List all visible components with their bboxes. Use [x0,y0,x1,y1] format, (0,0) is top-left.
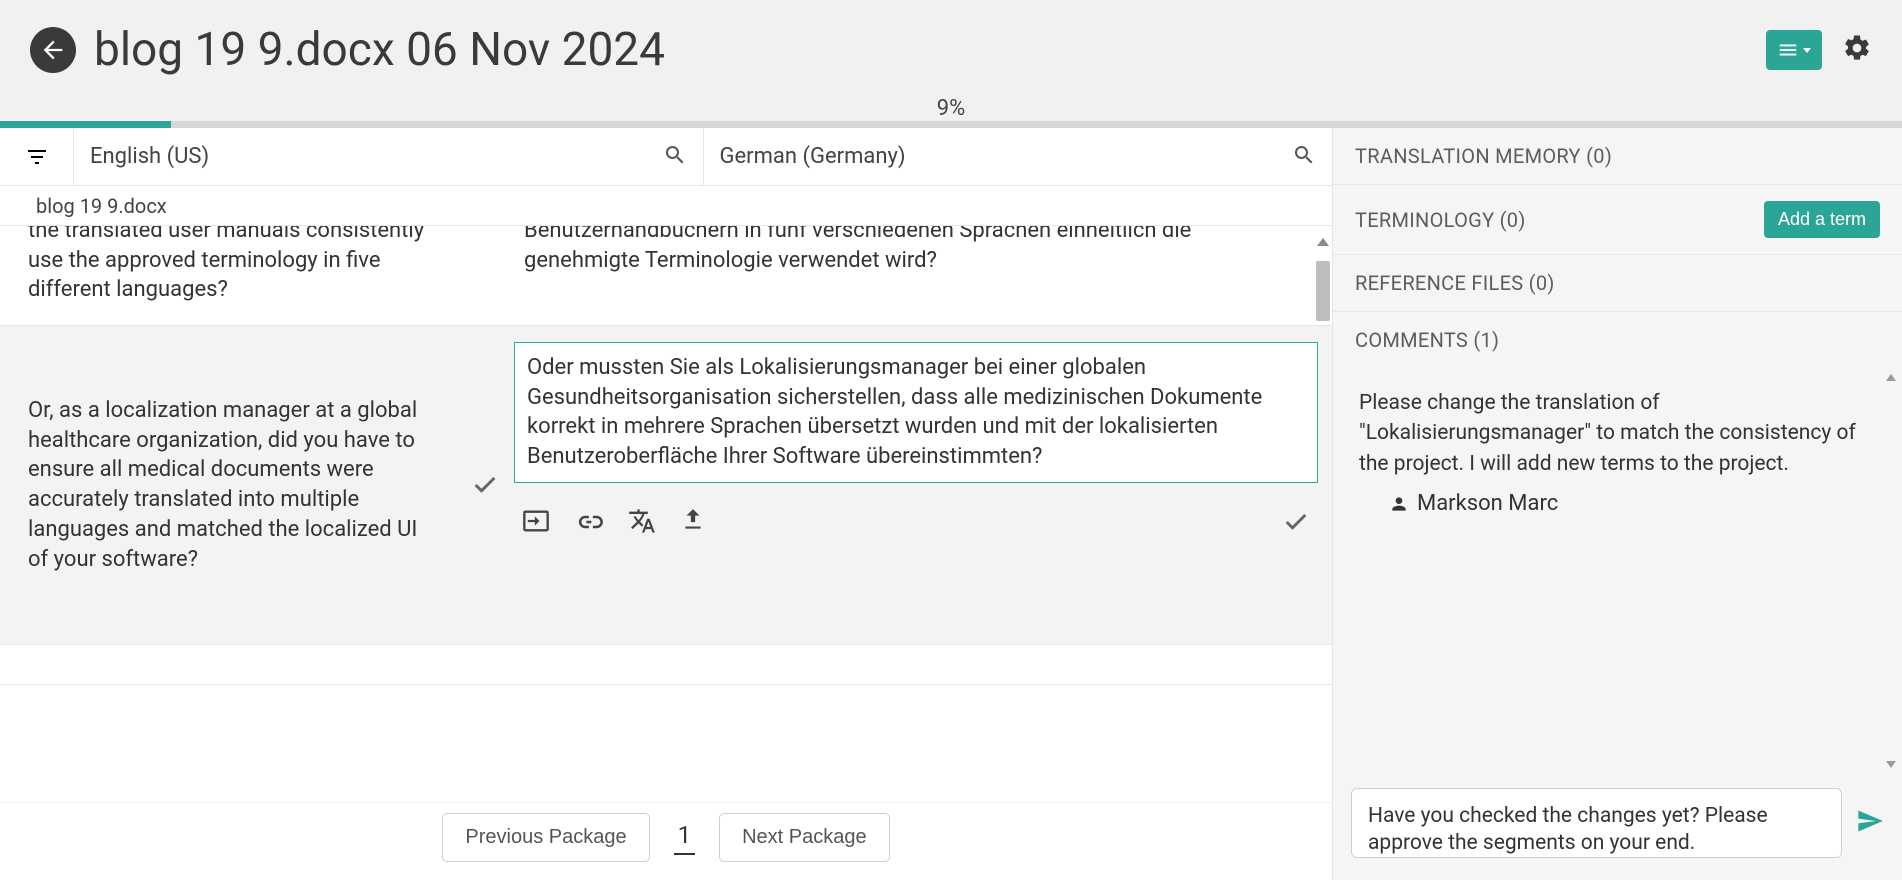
segments-list: the translated user manuals consistently… [0,226,1332,880]
segment-row[interactable] [0,645,1332,685]
search-icon [1292,143,1316,167]
link-button[interactable] [574,507,604,541]
translate-button[interactable] [628,507,656,541]
check-icon [471,471,499,499]
insert-tag-button[interactable] [522,507,550,541]
editor-panel: English (US) German (Germany) blog 19 9.… [0,128,1332,880]
segment-row[interactable]: the translated user manuals consistently… [0,226,1332,326]
target-language-cell: German (Germany) [704,128,1333,185]
comments-section-header[interactable]: COMMENTS (1) [1333,312,1902,368]
input-icon [522,507,550,535]
progress-fill [0,121,171,128]
add-term-button[interactable]: Add a term [1764,201,1880,238]
file-name-row[interactable]: blog 19 9.docx [0,186,1332,226]
source-language-cell: English (US) [74,128,704,185]
scroll-up-icon [1886,374,1896,381]
filter-icon [25,145,49,169]
send-icon [1856,807,1884,835]
segment-target-text[interactable]: Benutzerhandbüchern in fünf verschiedene… [514,226,1318,279]
progress-bar-row: 9% [0,100,1902,128]
header-bar: blog 19 9.docx 06 Nov 2024 [0,0,1902,100]
segment-source-text: the translated user manuals consistently… [0,226,460,325]
reference-files-title: REFERENCE FILES (0) [1355,271,1555,295]
gear-icon [1842,33,1872,63]
segment-target-cell: Oder mussten Sie als Lokalisierungsmanag… [510,326,1332,644]
comments-body: Please change the translation of "Lokali… [1333,368,1902,774]
document-title: blog 19 9.docx 06 Nov 2024 [94,23,1766,77]
search-icon [663,143,687,167]
comment-input-row [1333,774,1902,880]
target-language-label: German (Germany) [720,144,1293,169]
previous-package-button[interactable]: Previous Package [442,813,649,862]
upload-button[interactable] [680,507,706,541]
terminology-title: TERMINOLOGY (0) [1355,208,1526,232]
target-search-button[interactable] [1292,143,1316,171]
reference-files-section[interactable]: REFERENCE FILES (0) [1333,255,1902,312]
menu-icon [1777,39,1799,61]
segment-toolbar [514,507,1318,541]
comment-author-row: Markson Marc [1389,491,1876,516]
translation-memory-title: TRANSLATION MEMORY (0) [1355,144,1612,168]
segment-row-active[interactable]: Or, as a localization manager at a globa… [0,326,1332,645]
comment-text: Please change the translation of "Lokali… [1359,388,1876,479]
page-number[interactable]: 1 [674,821,696,855]
translate-icon [628,507,656,535]
progress-track [0,121,1902,128]
person-icon [1389,494,1409,514]
scroll-down-icon [1886,761,1896,768]
caret-down-icon [1803,48,1811,53]
check-icon [1282,508,1310,536]
source-language-label: English (US) [90,144,663,169]
settings-button[interactable] [1842,33,1872,67]
file-name-label: blog 19 9.docx [36,194,167,218]
scroll-up-icon [1317,238,1329,246]
side-panel: TRANSLATION MEMORY (0) TERMINOLOGY (0) A… [1332,128,1902,880]
terminology-section[interactable]: TERMINOLOGY (0) Add a term [1333,185,1902,255]
segment-source-text: Or, as a localization manager at a globa… [0,326,460,644]
comments-scrollbar[interactable] [1884,374,1898,768]
pager-bar: Previous Package 1 Next Package [0,802,1332,872]
translation-memory-section[interactable]: TRANSLATION MEMORY (0) [1333,128,1902,185]
segment-target-editor[interactable]: Oder mussten Sie als Lokalisierungsmanag… [514,342,1318,483]
confirm-segment-button[interactable] [1282,508,1310,540]
back-button[interactable] [30,27,76,73]
filter-button[interactable] [0,128,74,185]
link-icon [574,507,604,537]
comment-author-name: Markson Marc [1417,491,1558,516]
source-search-button[interactable] [663,143,687,171]
main-area: English (US) German (Germany) blog 19 9.… [0,128,1902,880]
segment-status-cell [460,226,510,325]
upload-icon [680,507,706,533]
progress-percent-label: 9% [937,96,965,121]
comments-title: COMMENTS (1) [1355,328,1499,352]
send-comment-button[interactable] [1856,807,1884,839]
segment-status-cell [460,326,510,644]
comment-input[interactable] [1351,788,1842,858]
segment-target-cell: Benutzerhandbüchern in fünf verschiedene… [510,226,1332,325]
scroll-thumb[interactable] [1316,261,1330,321]
menu-dropdown-button[interactable] [1766,30,1822,70]
column-header-row: English (US) German (Germany) [0,128,1332,186]
next-package-button[interactable]: Next Package [719,813,890,862]
editor-scrollbar[interactable] [1314,236,1332,830]
arrow-left-icon [39,36,67,64]
